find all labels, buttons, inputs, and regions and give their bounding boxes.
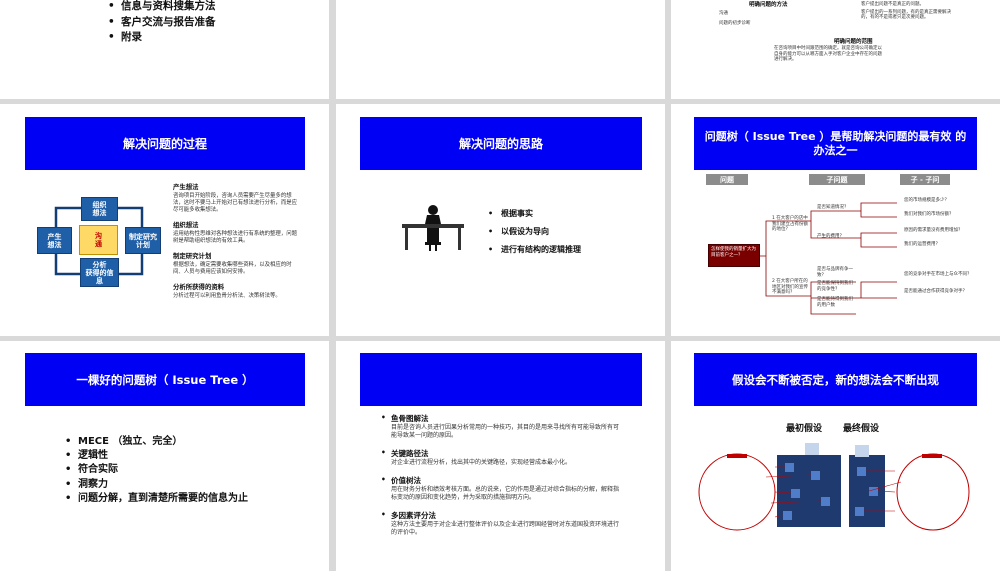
- section: 组织想法运用结构性思维对各种想法进行有系统的整理，问题树是帮助组织想法的有效工具…: [173, 220, 301, 245]
- label-initial: 最初假设: [786, 424, 823, 434]
- right-bullets: 客户提出问题不是真正的问题。 客户提出的一系列问题，有的是真正需要解决的，有的不…: [861, 2, 951, 20]
- section-text: 咨询项目开始阶段，咨询人员需要产生尽量多的想法，这时不要马上开始对已有想法进行分…: [173, 193, 297, 213]
- criteria-item: MECE （独立、完全）: [65, 435, 248, 449]
- agenda-item: 信息与资料搜集方法: [108, 0, 216, 15]
- sub-issue-1: 1 在大客户的店中我们建立占有份额的地位？: [772, 216, 808, 232]
- section-text: 用在财务分析和绩效考核方面。总的说来，它的作用是通过对综合指标的分解，解释指标变…: [391, 486, 620, 501]
- methods-list: • 鱼骨图解法 目前是咨询人员进行因果分析常用的一种技巧，其目的是用来寻找所有可能导…: [381, 413, 621, 569]
- bullet-glyph: •: [381, 475, 386, 484]
- scope-paragraph: 在咨询项目中时间跟范围的确定。就是咨询公司确定以自身的能力可以从哪方面入手对客户…: [774, 46, 882, 62]
- subsub-5: 是否能持得到我们的用户数: [817, 297, 853, 308]
- section-heading: 组织想法: [173, 221, 199, 229]
- hypothesis-diagram: [698, 443, 970, 531]
- section-heading: 产生想法: [173, 183, 199, 191]
- subsub-4: 是否能保持到我们的竞争性？: [817, 281, 853, 292]
- slide-agenda[interactable]: 信息与资料搜集方法客户交流与报告准备附录: [0, 0, 329, 99]
- slide-title: 问题树（ Issue Tree ）是帮助解决问题的最有效 的办法之一: [694, 117, 977, 170]
- section: 制定研究计划根据想法，确定需要收集哪些资料，以及相应的时间、人员与费用应该如何安…: [173, 251, 301, 276]
- box-plan: 制定研究 计划: [125, 227, 161, 254]
- approach-list: 根据事实以假设为导向进行有结构的逻辑推理: [488, 205, 581, 259]
- root-issue: 怎样使我的销量扩大为目前客户之一？: [708, 244, 760, 267]
- agenda-list: 信息与资料搜集方法客户交流与报告准备附录: [108, 0, 216, 46]
- left-bullets: 沟通 问题的初步诊断: [719, 11, 751, 26]
- bullet-glyph: •: [381, 448, 386, 457]
- slide-title: 解决问题的过程: [25, 117, 305, 170]
- criteria-item: 洞察力: [65, 478, 248, 492]
- leaf-3: 原因的需求量没有费用增加？: [904, 228, 963, 233]
- section: • 多因素评分法 这种方法主要用于对企业进行整体评价以及企业进行跨国经营时对东道国投…: [381, 510, 621, 537]
- box-communicate: 沟 通: [79, 225, 118, 255]
- header-issue: 问题: [706, 174, 748, 185]
- label-final: 最终假设: [843, 424, 880, 434]
- section: • 价值树法 用在财务分析和绩效考核方面。总的说来，它的作用是通过对综合指标的分解，…: [381, 475, 621, 502]
- section: • 关键路径法 对企业进行流程分析，找出其中的关键路径，实现经营成本最小化。: [381, 448, 621, 467]
- section-heading: 分析所获得的资料: [173, 283, 225, 291]
- section-text: 对企业进行流程分析，找出其中的关键路径，实现经营成本最小化。: [391, 459, 572, 466]
- slide-title: 解决问题的思路: [360, 117, 642, 170]
- slide-title: 假设会不断被否定，新的想法会不断出现: [694, 353, 977, 406]
- slide-blank[interactable]: [336, 0, 665, 99]
- subsub-1: 是否知道情况？: [817, 205, 849, 210]
- section: 产生想法咨询项目开始阶段，咨询人员需要产生尽量多的想法，这时不要马上开始对已有想…: [173, 182, 301, 214]
- section-heading: 制定研究计划: [173, 252, 212, 260]
- slide-approach[interactable]: 解决问题的思路 根据事实以假设为导向进行有结构的逻辑推理: [336, 104, 665, 336]
- bullet-glyph: •: [381, 413, 386, 422]
- section-text: 根据想法，确定需要收集哪些资料，以及相应的时间、人员与费用应该如何安排。: [173, 262, 292, 275]
- leaf-4: 我们的运营费用？: [904, 242, 940, 247]
- slide-methods[interactable]: • 鱼骨图解法 目前是咨询人员进行因果分析常用的一种技巧，其目的是用来寻找所有可能导…: [336, 341, 665, 571]
- section-heading: • 价值树法: [381, 475, 421, 485]
- box-analyze: 分析 获得的信 息: [80, 258, 119, 287]
- approach-item: 根据事实: [488, 205, 581, 223]
- thinker-at-desk-icon: [402, 205, 464, 251]
- agenda-item: 附录: [108, 30, 216, 46]
- criteria-list: MECE （独立、完全）逻辑性符合实际洞察力问题分解，直到清楚所需要的信息为止: [65, 435, 248, 506]
- section-text: 运用结构性思维对各种想法进行有系统的整理，问题树是帮助组织想法的有效工具。: [173, 231, 297, 244]
- approach-item: 以假设为导向: [488, 223, 581, 241]
- section-text: 目前是咨询人员进行因果分析常用的一种技巧，其目的是用来寻找所有可能导致所有可能导…: [391, 424, 620, 439]
- slide-hypothesis[interactable]: 假设会不断被否定，新的想法会不断出现 最初假设 最终假设: [671, 341, 1000, 571]
- subsub-3: 是否与品牌有争一致？: [817, 267, 853, 278]
- header-sub: 子问题: [809, 174, 865, 185]
- heading-scope: 明确问题的范围: [834, 39, 873, 45]
- section-text: 分析过程可以利用鱼骨分析法、决策树法等。: [173, 293, 281, 299]
- section-heading: • 鱼骨图解法: [381, 413, 429, 423]
- subsub-2: 产生的费用？: [817, 234, 844, 239]
- slide-issue-tree[interactable]: 问题树（ Issue Tree ）是帮助解决问题的最有效 的办法之一 问题 子问…: [671, 104, 1000, 336]
- process-descriptions: 产生想法咨询项目开始阶段，咨询人员需要产生尽量多的想法，这时不要马上开始对已有想…: [173, 182, 301, 306]
- section-heading: • 多因素评分法: [381, 510, 436, 520]
- section: 分析所获得的资料分析过程可以利用鱼骨分析法、决策树法等。: [173, 282, 301, 300]
- slide-process[interactable]: 解决问题的过程 组织 想法 产生 想法 沟 通 制定研究 计划 分析 获得的信 …: [0, 104, 329, 336]
- slide-problem-definition[interactable]: 明确问题的方法 沟通 问题的初步诊断 客户提出问题不是真正的问题。 客户提出的一…: [671, 0, 1000, 99]
- leaf-5: 您的竞争对手在市场上与众不同？: [904, 272, 972, 277]
- agenda-item: 客户交流与报告准备: [108, 15, 216, 31]
- criteria-item: 符合实际: [65, 463, 248, 477]
- section-heading: • 关键路径法: [381, 448, 429, 458]
- bullet-glyph: •: [381, 510, 386, 519]
- slide-good-tree[interactable]: 一棵好的问题树（ Issue Tree ） MECE （独立、完全）逻辑性符合实…: [0, 341, 329, 571]
- criteria-item: 问题分解，直到清楚所需要的信息为止: [65, 492, 248, 506]
- box-organize: 组织 想法: [81, 197, 118, 221]
- section: • 鱼骨图解法 目前是咨询人员进行因果分析常用的一种技巧，其目的是用来寻找所有可能导…: [381, 413, 621, 440]
- leaf-1: 您的市场规模是多少？: [904, 198, 949, 203]
- slide-banner: [360, 353, 642, 406]
- leaf-2: 我们对我们的市场份额？: [904, 212, 954, 217]
- sub-issue-2: 2 在大客户所在的地区对我们的宣传不满意吗？: [772, 279, 808, 295]
- header-subsub: 子 - 子问: [900, 174, 950, 185]
- approach-item: 进行有结构的逻辑推理: [488, 241, 581, 259]
- box-generate: 产生 想法: [37, 227, 72, 254]
- heading-method: 明确问题的方法: [749, 2, 788, 8]
- section-text: 这种方法主要用于对企业进行整体评价以及企业进行跨国经营时对东道国投资环境进行的评…: [391, 521, 620, 536]
- slide-title: 一棵好的问题树（ Issue Tree ）: [25, 353, 305, 406]
- leaf-6: 是否能通过合作获得竞争对手？: [904, 289, 967, 294]
- criteria-item: 逻辑性: [65, 449, 248, 463]
